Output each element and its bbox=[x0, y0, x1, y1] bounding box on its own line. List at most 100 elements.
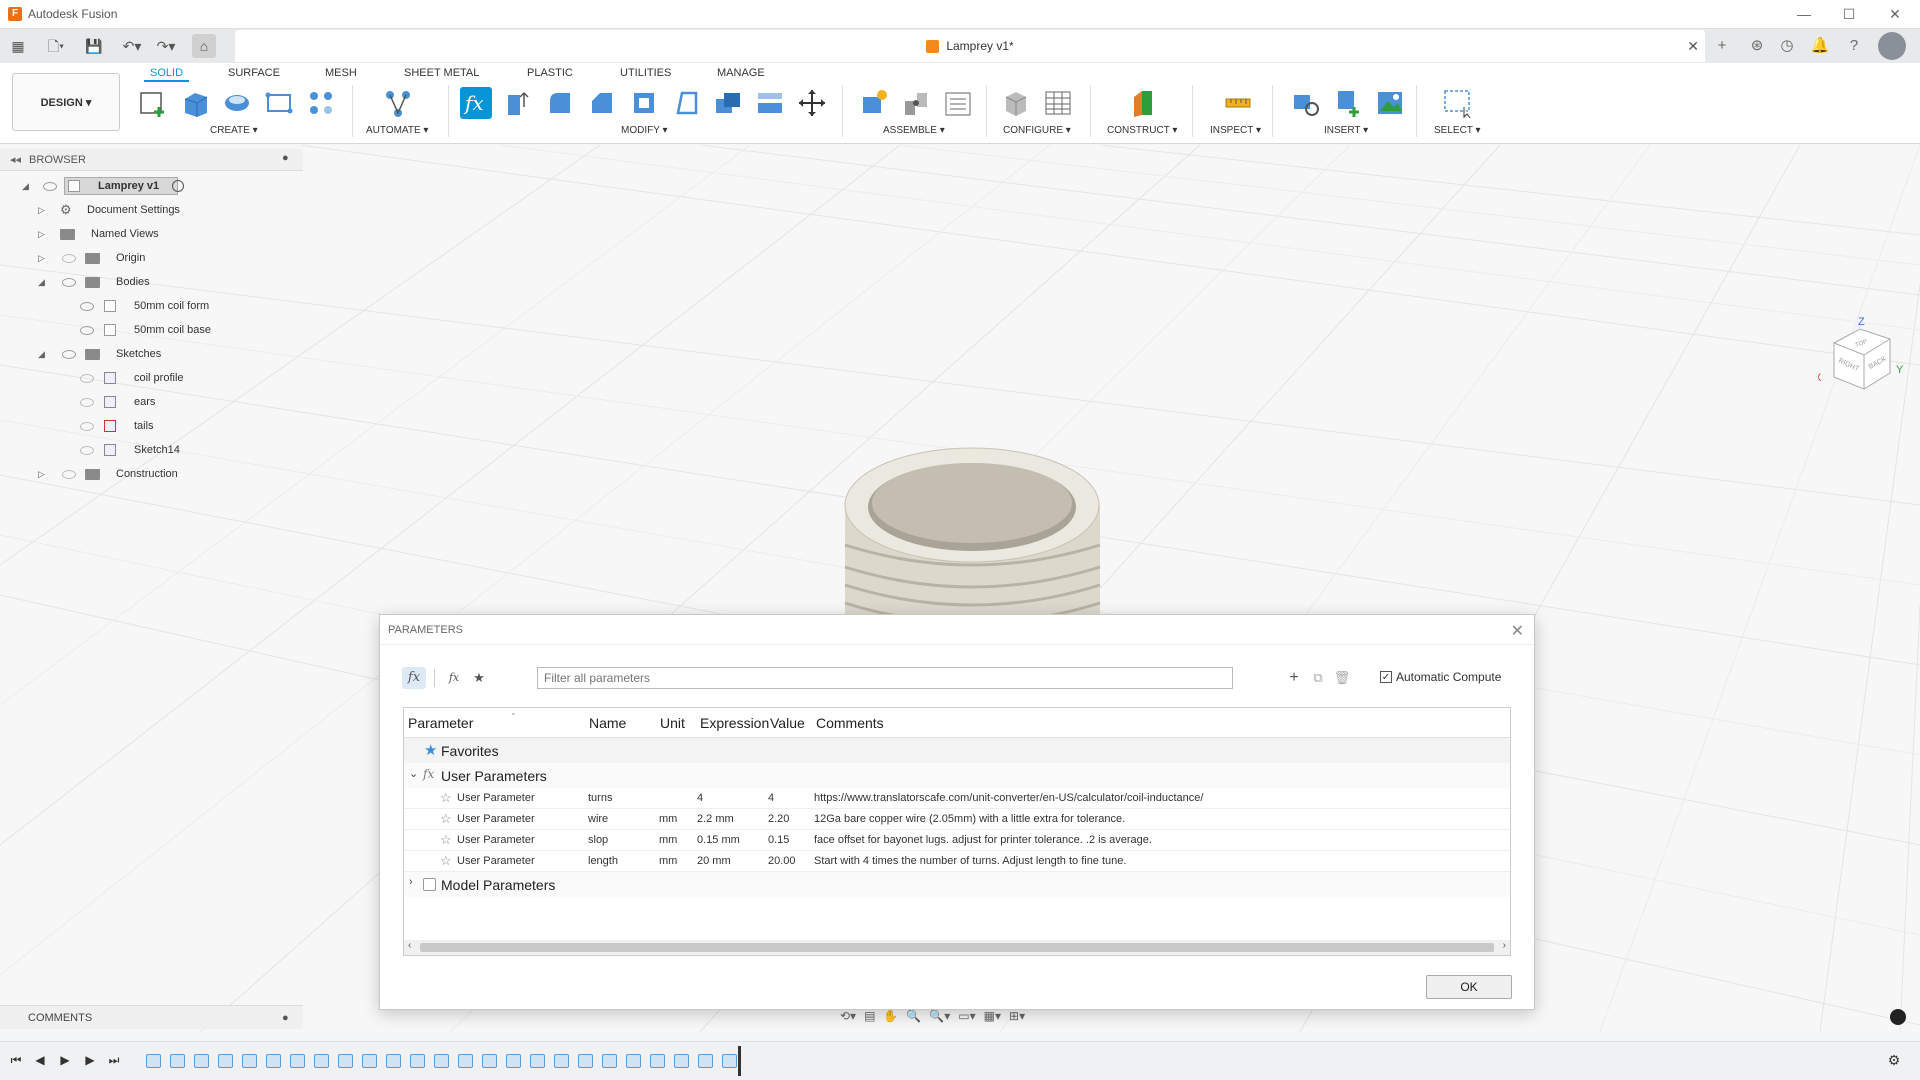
revolve-icon[interactable] bbox=[221, 87, 253, 119]
expand-toggle-icon[interactable]: ◢ bbox=[38, 277, 48, 288]
browser-header[interactable]: ◂◂ BROWSER ● bbox=[0, 149, 303, 171]
configure-group-label[interactable]: CONFIGURE ▾ bbox=[1003, 125, 1071, 136]
timeline-feature-icon[interactable] bbox=[242, 1054, 257, 1068]
pan-hand-icon[interactable]: ✋ bbox=[883, 1009, 898, 1023]
tab-mesh[interactable]: MESH bbox=[325, 64, 357, 82]
timeline-feature-icon[interactable] bbox=[482, 1054, 497, 1068]
tree-item-sketch-tails[interactable]: tails bbox=[0, 414, 303, 438]
checkbox-check-icon[interactable]: ✓ bbox=[1380, 671, 1392, 683]
tab-solid[interactable]: SOLID bbox=[144, 64, 190, 82]
timeline-feature-icon[interactable] bbox=[554, 1054, 569, 1068]
offset-plane-icon[interactable] bbox=[1128, 87, 1160, 119]
insert-canvas-icon[interactable] bbox=[1374, 87, 1406, 119]
timeline-feature-icon[interactable] bbox=[362, 1054, 377, 1068]
combine-icon[interactable] bbox=[712, 87, 744, 119]
add-parameter-icon[interactable]: + bbox=[1282, 667, 1306, 689]
fillet-icon[interactable] bbox=[544, 87, 576, 119]
measure-icon[interactable] bbox=[1222, 87, 1254, 119]
save-icon[interactable]: 💾 bbox=[82, 34, 106, 58]
hidden-eye-icon[interactable] bbox=[80, 373, 94, 383]
timeline-feature-icon[interactable] bbox=[146, 1054, 161, 1068]
timeline-marker[interactable] bbox=[738, 1046, 741, 1076]
column-header-unit[interactable]: Unit bbox=[660, 715, 685, 731]
inspect-group-label[interactable]: INSPECT ▾ bbox=[1210, 125, 1261, 136]
timeline-feature-icon[interactable] bbox=[722, 1054, 737, 1068]
used-parameters-icon[interactable]: fx bbox=[442, 667, 466, 689]
new-component-icon[interactable] bbox=[858, 87, 890, 119]
user-avatar[interactable] bbox=[1878, 32, 1906, 60]
timeline-feature-icon[interactable] bbox=[218, 1054, 233, 1068]
copy-parameter-icon[interactable]: ⧉ bbox=[1306, 667, 1330, 689]
redo-icon[interactable]: ↷▾ bbox=[154, 34, 178, 58]
favorite-toggle-star-icon[interactable]: ☆ bbox=[440, 811, 452, 827]
hidden-eye-icon[interactable] bbox=[80, 421, 94, 431]
comments-pin-icon[interactable]: ● bbox=[282, 1012, 289, 1024]
hidden-eye-icon[interactable] bbox=[62, 253, 76, 263]
timeline-feature-icon[interactable] bbox=[698, 1054, 713, 1068]
look-at-icon[interactable]: ▤ bbox=[864, 1009, 875, 1023]
zoom-window-icon[interactable]: 🔍▾ bbox=[929, 1009, 950, 1023]
visibility-eye-icon[interactable] bbox=[80, 325, 94, 335]
table-row[interactable]: ☆ User Parameter length mm 20 mm 20.00 S… bbox=[404, 851, 1510, 872]
cell-expression[interactable]: 0.15 mm bbox=[697, 834, 740, 846]
joint-icon[interactable] bbox=[900, 87, 932, 119]
comments-panel[interactable]: COMMENTS ● bbox=[0, 1005, 303, 1029]
tree-item-origin[interactable]: ▷ Origin bbox=[0, 246, 303, 270]
timeline-feature-icon[interactable] bbox=[458, 1054, 473, 1068]
tab-plastic[interactable]: PLASTIC bbox=[527, 64, 573, 82]
timeline-feature-icon[interactable] bbox=[266, 1054, 281, 1068]
offset-face-icon[interactable] bbox=[754, 87, 786, 119]
timeline-feature-icon[interactable] bbox=[626, 1054, 641, 1068]
viewports-icon[interactable]: ⊞▾ bbox=[1009, 1009, 1025, 1023]
cell-comment[interactable]: Start with 4 times the number of turns. … bbox=[814, 855, 1126, 867]
modify-group-label[interactable]: MODIFY ▾ bbox=[621, 125, 668, 136]
automate-group-label[interactable]: AUTOMATE ▾ bbox=[366, 125, 428, 136]
shell-icon[interactable] bbox=[628, 87, 660, 119]
tree-item-bodies[interactable]: ◢ Bodies bbox=[0, 270, 303, 294]
favorites-star-icon[interactable]: ★ bbox=[467, 667, 491, 689]
tab-manage[interactable]: MANAGE bbox=[717, 64, 765, 82]
cell-name[interactable]: slop bbox=[588, 834, 608, 846]
visibility-eye-icon[interactable] bbox=[80, 301, 94, 311]
column-header-expression[interactable]: Expression bbox=[700, 715, 769, 731]
select-group-label[interactable]: SELECT ▾ bbox=[1434, 125, 1481, 136]
column-header-comments[interactable]: Comments bbox=[816, 715, 884, 731]
configuration-table-icon[interactable] bbox=[1042, 87, 1074, 119]
draft-icon[interactable] bbox=[670, 87, 702, 119]
group-favorites[interactable]: ★ Favorites bbox=[404, 738, 1510, 763]
expand-toggle-icon[interactable]: ▷ bbox=[38, 229, 48, 240]
cell-unit[interactable]: mm bbox=[659, 855, 677, 867]
display-settings-icon[interactable]: ▭▾ bbox=[958, 1009, 975, 1023]
timeline-feature-icon[interactable] bbox=[170, 1054, 185, 1068]
expand-toggle-icon[interactable]: ▷ bbox=[38, 469, 48, 480]
grid-settings-icon[interactable]: ▦▾ bbox=[984, 1009, 1001, 1023]
visibility-eye-icon[interactable] bbox=[62, 277, 76, 287]
visibility-eye-icon[interactable] bbox=[43, 181, 57, 191]
cell-expression[interactable]: 20 mm bbox=[697, 855, 731, 867]
timeline-feature-icon[interactable] bbox=[338, 1054, 353, 1068]
favorite-toggle-star-icon[interactable]: ☆ bbox=[440, 832, 452, 848]
chamfer-icon[interactable] bbox=[586, 87, 618, 119]
browser-pin-icon[interactable]: ● bbox=[282, 152, 289, 164]
construct-group-label[interactable]: CONSTRUCT ▾ bbox=[1107, 125, 1177, 136]
tree-item-sketches[interactable]: ◢ Sketches bbox=[0, 342, 303, 366]
extrude-icon[interactable] bbox=[179, 87, 211, 119]
visibility-eye-icon[interactable] bbox=[62, 349, 76, 359]
hidden-eye-icon[interactable] bbox=[62, 469, 76, 479]
insert-mesh-icon[interactable] bbox=[1332, 87, 1364, 119]
column-header-name[interactable]: Name bbox=[589, 715, 626, 731]
data-panel-grid-icon[interactable]: ▦ bbox=[6, 34, 30, 58]
horizontal-scrollbar[interactable]: ‹ › bbox=[404, 940, 1510, 955]
activity-icon[interactable] bbox=[1890, 1009, 1906, 1025]
collapse-chevron-icon[interactable]: ⌄ bbox=[409, 767, 418, 780]
tab-sheet-metal[interactable]: SHEET METAL bbox=[404, 64, 479, 82]
favorite-toggle-star-icon[interactable]: ☆ bbox=[440, 790, 452, 806]
workspace-switcher-button[interactable]: DESIGN ▾ bbox=[12, 73, 120, 131]
dialog-header[interactable]: PARAMETERS bbox=[380, 615, 1534, 645]
table-row[interactable]: ☆ User Parameter turns 4 4 https://www.t… bbox=[404, 788, 1510, 809]
tree-item-sketch-coil-profile[interactable]: coil profile bbox=[0, 366, 303, 390]
column-header-value[interactable]: Value bbox=[770, 715, 805, 731]
minimize-button[interactable]: — bbox=[1789, 4, 1819, 24]
timeline-feature-icon[interactable] bbox=[410, 1054, 425, 1068]
expand-chevron-icon[interactable]: › bbox=[409, 876, 413, 888]
